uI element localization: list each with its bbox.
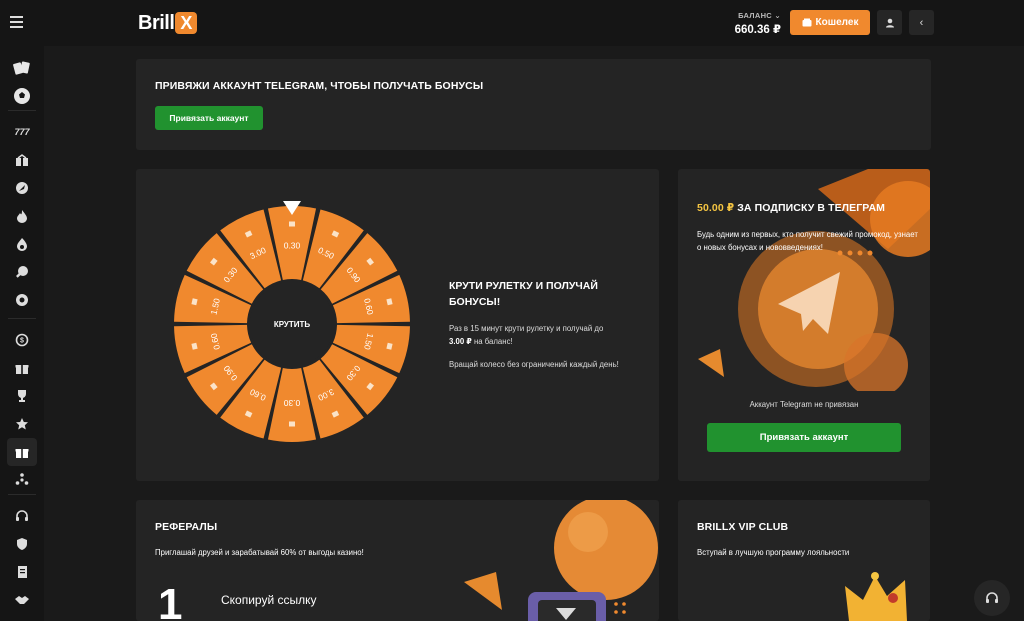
ping-pong-icon[interactable] [7, 258, 37, 286]
wheel-max-amount: 3.00 ₽ [449, 337, 472, 346]
headset-icon [986, 592, 998, 603]
telegram-link-banner: ПРИВЯЖИ АККАУНТ TELEGRAM, ЧТОБЫ ПОЛУЧАТЬ… [136, 59, 931, 150]
user-icon [885, 18, 894, 27]
chevron-left-icon: ‹ [919, 16, 924, 29]
svg-text:$: $ [20, 338, 24, 345]
step-label: Скопируй ссылку [221, 593, 317, 607]
step-number: 1 [158, 580, 183, 621]
menu-icon[interactable] [10, 13, 32, 33]
wheel-title: КРУТИ РУЛЕТКУ И ПОЛУЧАЙ БОНУСЫ! [449, 280, 598, 308]
logo-x: X [175, 12, 198, 34]
cards-icon[interactable] [7, 54, 37, 82]
vip-title: BRILLX VIP CLUB [697, 521, 789, 533]
collapse-button[interactable]: ‹ [909, 10, 934, 35]
sidebar-divider [8, 494, 36, 495]
logo-text: Brill [138, 11, 175, 34]
spin-button[interactable]: КРУТИТЬ [274, 320, 311, 329]
wallet-label: Кошелек [815, 17, 859, 28]
shield-icon[interactable] [7, 530, 37, 558]
referrals-description: Приглашай друзей и зарабатывай 60% от вы… [155, 548, 364, 557]
star-icon[interactable] [7, 410, 37, 438]
fire-icon[interactable] [7, 202, 37, 230]
sidebar-divider [8, 318, 36, 319]
chevron-down-icon: ⌄ [774, 11, 781, 20]
777-icon[interactable]: 777 [7, 118, 37, 146]
logo[interactable]: Brill X [138, 11, 198, 35]
wheel-description-2: Вращай колесо без ограничений каждый ден… [449, 360, 619, 369]
subscribe-description: Будь одним из первых, кто получит свежий… [697, 230, 918, 252]
headset-icon[interactable] [7, 502, 37, 530]
gift-box-icon[interactable] [7, 146, 37, 174]
coins-icon [289, 421, 295, 427]
link-account-button[interactable]: Привязать аккаунт [155, 106, 263, 130]
poker-chip-icon[interactable] [7, 286, 37, 314]
top-bar: Brill X БАЛАНС ⌄ 660.36 ₽ Кошелек ‹ [0, 0, 1024, 46]
telegram-status: Аккаунт Telegram не привязан [749, 400, 859, 409]
crown-icon [845, 572, 907, 621]
wallet-icon [802, 18, 812, 27]
balance-value: 660.36 ₽ [734, 24, 781, 36]
wheel-card: 0.30 0.50 0.90 0.60 1.50 0.30 3.00 0.30 0.60 0.90… [136, 169, 659, 481]
soccer-ball-icon[interactable] [7, 82, 37, 110]
referrals-title: РЕФЕРАЛЫ [155, 521, 218, 533]
wheel-description: Раз в 15 минут крути рулетку и получай д… [449, 324, 604, 346]
balance-label: БАЛАНС ⌄ [738, 11, 781, 20]
trophy-icon[interactable] [7, 382, 37, 410]
present-icon[interactable] [7, 438, 37, 466]
subscribe-footer: Аккаунт Telegram не привязан Привязать а… [678, 391, 930, 481]
balance[interactable]: БАЛАНС ⌄ 660.36 ₽ [735, 11, 781, 36]
spinner-icon[interactable] [7, 466, 37, 494]
coin-icon[interactable]: $ [7, 326, 37, 354]
telegram-subscribe-card: 50.00 ₽ ЗА ПОДПИСКУ В ТЕЛЕГРАМ Будь одни… [678, 169, 930, 481]
wheel-segment-value: 0.30 [284, 240, 301, 250]
vip-club-card: BRILLX VIP CLUB Вступай в лучшую програм… [678, 500, 930, 621]
sidebar: 777 $ [0, 46, 44, 621]
coins-icon [289, 221, 295, 227]
support-button[interactable] [974, 580, 1010, 616]
subscribe-title: 50.00 ₽ ЗА ПОДПИСКУ В ТЕЛЕГРАМ [697, 202, 886, 214]
subscribe-link-button[interactable]: Привязать аккаунт [707, 423, 901, 452]
sidebar-divider [8, 110, 36, 111]
handshake-icon[interactable] [7, 586, 37, 614]
wheel-segment-value: 0.30 [283, 398, 300, 408]
vip-description: Вступай в лучшую программу лояльности [697, 548, 850, 557]
profile-button[interactable] [877, 10, 902, 35]
referrals-illustration [464, 500, 658, 621]
rocket-icon[interactable] [7, 174, 37, 202]
flame-icon[interactable] [7, 230, 37, 258]
receipt-icon[interactable] [7, 558, 37, 586]
banner-title: ПРИВЯЖИ АККАУНТ TELEGRAM, ЧТОБЫ ПОЛУЧАТЬ… [155, 80, 484, 92]
subscribe-amount: 50.00 ₽ [697, 202, 735, 214]
referrals-card: РЕФЕРАЛЫ Приглашай друзей и зарабатывай … [136, 500, 659, 621]
gift-icon[interactable] [7, 354, 37, 382]
fortune-wheel[interactable]: 0.30 0.500.900.601.500.303.000.300.600.90… [170, 199, 414, 449]
wallet-button[interactable]: Кошелек [790, 10, 870, 35]
